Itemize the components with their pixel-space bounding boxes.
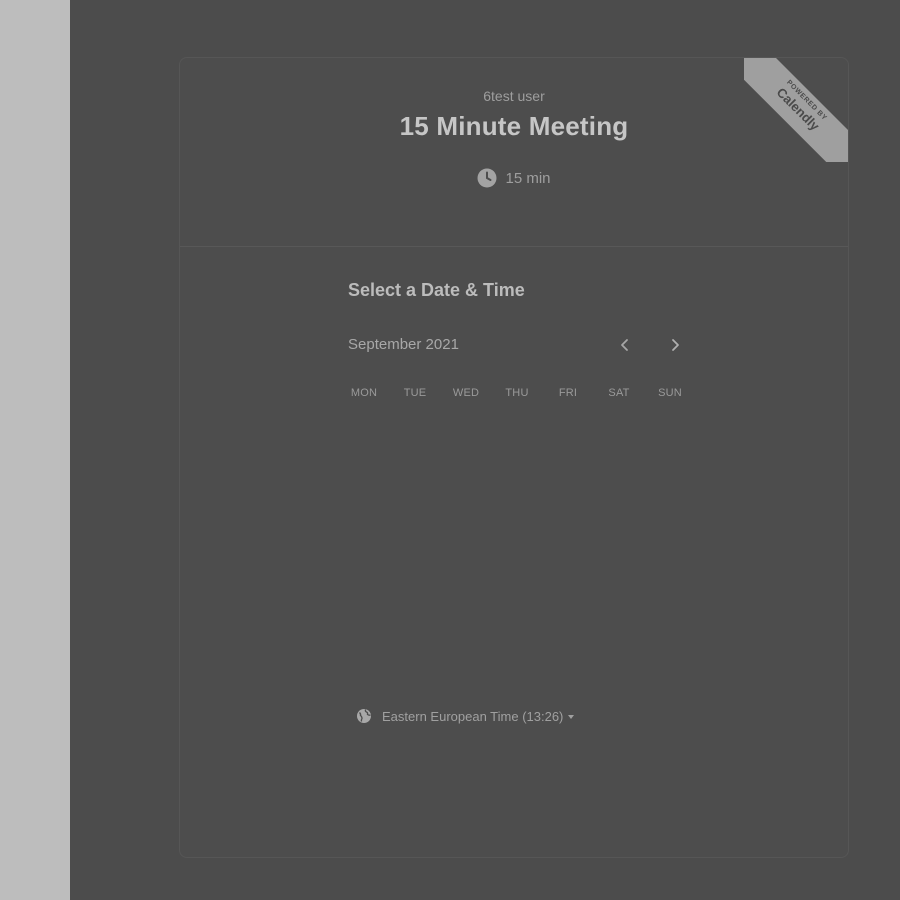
clock-icon — [477, 168, 497, 188]
event-duration: 15 min — [180, 167, 848, 189]
left-panel-strip — [0, 0, 70, 900]
previous-month-button[interactable] — [614, 334, 636, 356]
weekday-sun: SUN — [658, 387, 682, 399]
weekday-wed: WED — [452, 387, 480, 399]
weekday-mon: MON — [350, 387, 378, 399]
timezone-selector[interactable]: Eastern European Time (13:26) — [356, 706, 575, 726]
chevron-left-icon — [621, 339, 628, 351]
timezone-label: Eastern European Time (13:26) — [382, 709, 575, 724]
section-title: Select a Date & Time — [348, 280, 525, 300]
ribbon-band: POWERED BY Calendly — [744, 58, 848, 162]
weekday-sat: SAT — [608, 387, 630, 399]
caret-down-icon — [568, 715, 575, 720]
next-month-button[interactable] — [664, 334, 686, 356]
weekday-fri: FRI — [558, 387, 578, 399]
duration-label: 15 min — [505, 169, 551, 187]
month-label: September 2021 — [348, 336, 459, 353]
booking-card: 6test user 15 Minute Meeting 15 min POWE… — [179, 57, 849, 858]
chevron-right-icon — [672, 339, 679, 351]
powered-by-calendly-badge[interactable]: POWERED BY Calendly — [744, 58, 848, 162]
ribbon-brand: Calendly — [773, 84, 823, 134]
weekday-tue: TUE — [403, 387, 427, 399]
globe-icon — [357, 709, 371, 723]
weekday-header: MON TUE WED THU FRI SAT SUN — [344, 387, 704, 403]
weekday-thu: THU — [505, 387, 529, 399]
